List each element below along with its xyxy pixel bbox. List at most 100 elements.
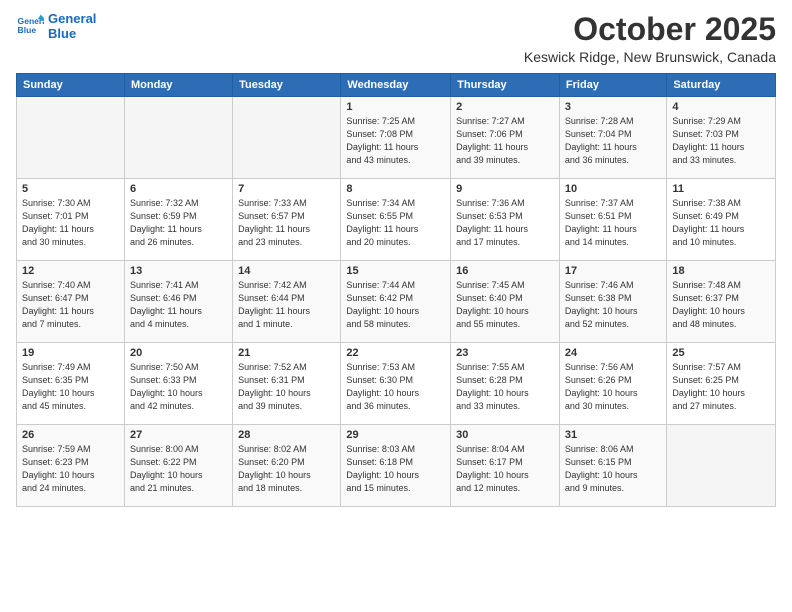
calendar-week-5: 26 Sunrise: 7:59 AMSunset: 6:23 PMDayligh… [17, 425, 776, 507]
day-info: Sunrise: 7:28 AMSunset: 7:04 PMDaylight:… [565, 115, 661, 167]
day-number: 13 [130, 265, 227, 277]
logo: General Blue General Blue [16, 12, 96, 42]
day-header-tuesday: Tuesday [233, 74, 341, 97]
day-info: Sunrise: 7:30 AMSunset: 7:01 PMDaylight:… [22, 197, 119, 249]
day-info: Sunrise: 7:55 AMSunset: 6:28 PMDaylight:… [456, 361, 554, 413]
day-number: 25 [672, 347, 770, 359]
day-info: Sunrise: 7:45 AMSunset: 6:40 PMDaylight:… [456, 279, 554, 331]
calendar-cell: 7 Sunrise: 7:33 AMSunset: 6:57 PMDaylight… [233, 179, 341, 261]
day-header-thursday: Thursday [451, 74, 560, 97]
logo-text: General [48, 12, 96, 27]
calendar-cell: 20Sunrise: 7:50 AMSunset: 6:33 PMDayligh… [124, 343, 232, 425]
month-title: October 2025 [524, 12, 776, 47]
calendar-cell: 4 Sunrise: 7:29 AMSunset: 7:03 PMDaylight… [667, 97, 776, 179]
day-number: 16 [456, 265, 554, 277]
day-number: 7 [238, 183, 335, 195]
calendar-cell: 15 Sunrise: 7:44 AMSunset: 6:42 PMDayligh… [341, 261, 451, 343]
day-info: Sunrise: 7:52 AMSunset: 6:31 PMDaylight:… [238, 361, 335, 413]
day-number: 2 [456, 101, 554, 113]
day-number: 1 [346, 101, 445, 113]
day-info: Sunrise: 7:40 AMSunset: 6:47 PMDaylight:… [22, 279, 119, 331]
day-info: Sunrise: 7:29 AMSunset: 7:03 PMDaylight:… [672, 115, 770, 167]
calendar-cell: 18Sunrise: 7:48 AMSunset: 6:37 PMDayligh… [667, 261, 776, 343]
calendar-cell: 27Sunrise: 8:00 AMSunset: 6:22 PMDayligh… [124, 425, 232, 507]
calendar-cell: 14Sunrise: 7:42 AMSunset: 6:44 PMDayligh… [233, 261, 341, 343]
day-number: 10 [565, 183, 661, 195]
calendar-cell: 3Sunrise: 7:28 AMSunset: 7:04 PMDaylight… [559, 97, 666, 179]
calendar-cell: 24 Sunrise: 7:56 AMSunset: 6:26 PMDayligh… [559, 343, 666, 425]
calendar-cell: 22 Sunrise: 7:53 AMSunset: 6:30 PMDayligh… [341, 343, 451, 425]
calendar-cell: 17 Sunrise: 7:46 AMSunset: 6:38 PMDayligh… [559, 261, 666, 343]
day-number: 24 [565, 347, 661, 359]
day-number: 6 [130, 183, 227, 195]
day-number: 5 [22, 183, 119, 195]
day-info: Sunrise: 7:46 AMSunset: 6:38 PMDaylight:… [565, 279, 661, 331]
day-number: 11 [672, 183, 770, 195]
calendar-cell: 19Sunrise: 7:49 AMSunset: 6:35 PMDayligh… [17, 343, 125, 425]
calendar-cell: 8Sunrise: 7:34 AMSunset: 6:55 PMDaylight… [341, 179, 451, 261]
calendar-cell [233, 97, 341, 179]
day-info: Sunrise: 7:57 AMSunset: 6:25 PMDaylight:… [672, 361, 770, 413]
day-number: 14 [238, 265, 335, 277]
day-info: Sunrise: 8:00 AMSunset: 6:22 PMDaylight:… [130, 443, 227, 495]
calendar-cell [667, 425, 776, 507]
calendar-week-3: 12 Sunrise: 7:40 AMSunset: 6:47 PMDayligh… [17, 261, 776, 343]
day-info: Sunrise: 7:56 AMSunset: 6:26 PMDaylight:… [565, 361, 661, 413]
calendar-cell: 30Sunrise: 8:04 AMSunset: 6:17 PMDayligh… [451, 425, 560, 507]
day-info: Sunrise: 8:03 AMSunset: 6:18 PMDaylight:… [346, 443, 445, 495]
day-number: 12 [22, 265, 119, 277]
calendar: SundayMondayTuesdayWednesdayThursdayFrid… [16, 73, 776, 507]
day-info: Sunrise: 7:50 AMSunset: 6:33 PMDaylight:… [130, 361, 227, 413]
day-info: Sunrise: 7:25 AMSunset: 7:08 PMDaylight:… [346, 115, 445, 167]
day-number: 19 [22, 347, 119, 359]
day-info: Sunrise: 7:27 AMSunset: 7:06 PMDaylight:… [456, 115, 554, 167]
day-number: 31 [565, 429, 661, 441]
calendar-cell: 2 Sunrise: 7:27 AMSunset: 7:06 PMDaylight… [451, 97, 560, 179]
day-header-sunday: Sunday [17, 74, 125, 97]
day-info: Sunrise: 7:37 AMSunset: 6:51 PMDaylight:… [565, 197, 661, 249]
day-number: 30 [456, 429, 554, 441]
day-header-friday: Friday [559, 74, 666, 97]
logo-subtext: Blue [48, 27, 96, 42]
header: General Blue General Blue October 2025 K… [16, 12, 776, 65]
calendar-cell: 31 Sunrise: 8:06 AMSunset: 6:15 PMDayligh… [559, 425, 666, 507]
day-number: 4 [672, 101, 770, 113]
calendar-cell: 13 Sunrise: 7:41 AMSunset: 6:46 PMDayligh… [124, 261, 232, 343]
day-info: Sunrise: 8:02 AMSunset: 6:20 PMDaylight:… [238, 443, 335, 495]
day-header-monday: Monday [124, 74, 232, 97]
day-number: 22 [346, 347, 445, 359]
calendar-cell [124, 97, 232, 179]
calendar-week-4: 19Sunrise: 7:49 AMSunset: 6:35 PMDayligh… [17, 343, 776, 425]
day-info: Sunrise: 7:41 AMSunset: 6:46 PMDaylight:… [130, 279, 227, 331]
day-info: Sunrise: 7:53 AMSunset: 6:30 PMDaylight:… [346, 361, 445, 413]
day-number: 8 [346, 183, 445, 195]
day-info: Sunrise: 7:44 AMSunset: 6:42 PMDaylight:… [346, 279, 445, 331]
calendar-cell: 21 Sunrise: 7:52 AMSunset: 6:31 PMDayligh… [233, 343, 341, 425]
day-info: Sunrise: 8:06 AMSunset: 6:15 PMDaylight:… [565, 443, 661, 495]
day-number: 18 [672, 265, 770, 277]
location: Keswick Ridge, New Brunswick, Canada [524, 49, 776, 65]
day-number: 9 [456, 183, 554, 195]
day-info: Sunrise: 7:59 AMSunset: 6:23 PMDaylight:… [22, 443, 119, 495]
calendar-cell: 12 Sunrise: 7:40 AMSunset: 6:47 PMDayligh… [17, 261, 125, 343]
calendar-cell: 10 Sunrise: 7:37 AMSunset: 6:51 PMDayligh… [559, 179, 666, 261]
calendar-cell: 9 Sunrise: 7:36 AMSunset: 6:53 PMDaylight… [451, 179, 560, 261]
day-info: Sunrise: 7:36 AMSunset: 6:53 PMDaylight:… [456, 197, 554, 249]
day-number: 29 [346, 429, 445, 441]
day-number: 26 [22, 429, 119, 441]
logo-icon: General Blue [16, 13, 44, 41]
calendar-cell [17, 97, 125, 179]
svg-text:Blue: Blue [18, 25, 37, 35]
title-block: October 2025 Keswick Ridge, New Brunswic… [524, 12, 776, 65]
day-number: 15 [346, 265, 445, 277]
calendar-cell: 6 Sunrise: 7:32 AMSunset: 6:59 PMDaylight… [124, 179, 232, 261]
day-number: 17 [565, 265, 661, 277]
calendar-week-1: 1 Sunrise: 7:25 AMSunset: 7:08 PMDaylight… [17, 97, 776, 179]
day-number: 21 [238, 347, 335, 359]
calendar-cell: 28Sunrise: 8:02 AMSunset: 6:20 PMDayligh… [233, 425, 341, 507]
day-info: Sunrise: 7:38 AMSunset: 6:49 PMDaylight:… [672, 197, 770, 249]
day-info: Sunrise: 7:33 AMSunset: 6:57 PMDaylight:… [238, 197, 335, 249]
calendar-cell: 23Sunrise: 7:55 AMSunset: 6:28 PMDayligh… [451, 343, 560, 425]
day-info: Sunrise: 7:32 AMSunset: 6:59 PMDaylight:… [130, 197, 227, 249]
calendar-cell: 26 Sunrise: 7:59 AMSunset: 6:23 PMDayligh… [17, 425, 125, 507]
